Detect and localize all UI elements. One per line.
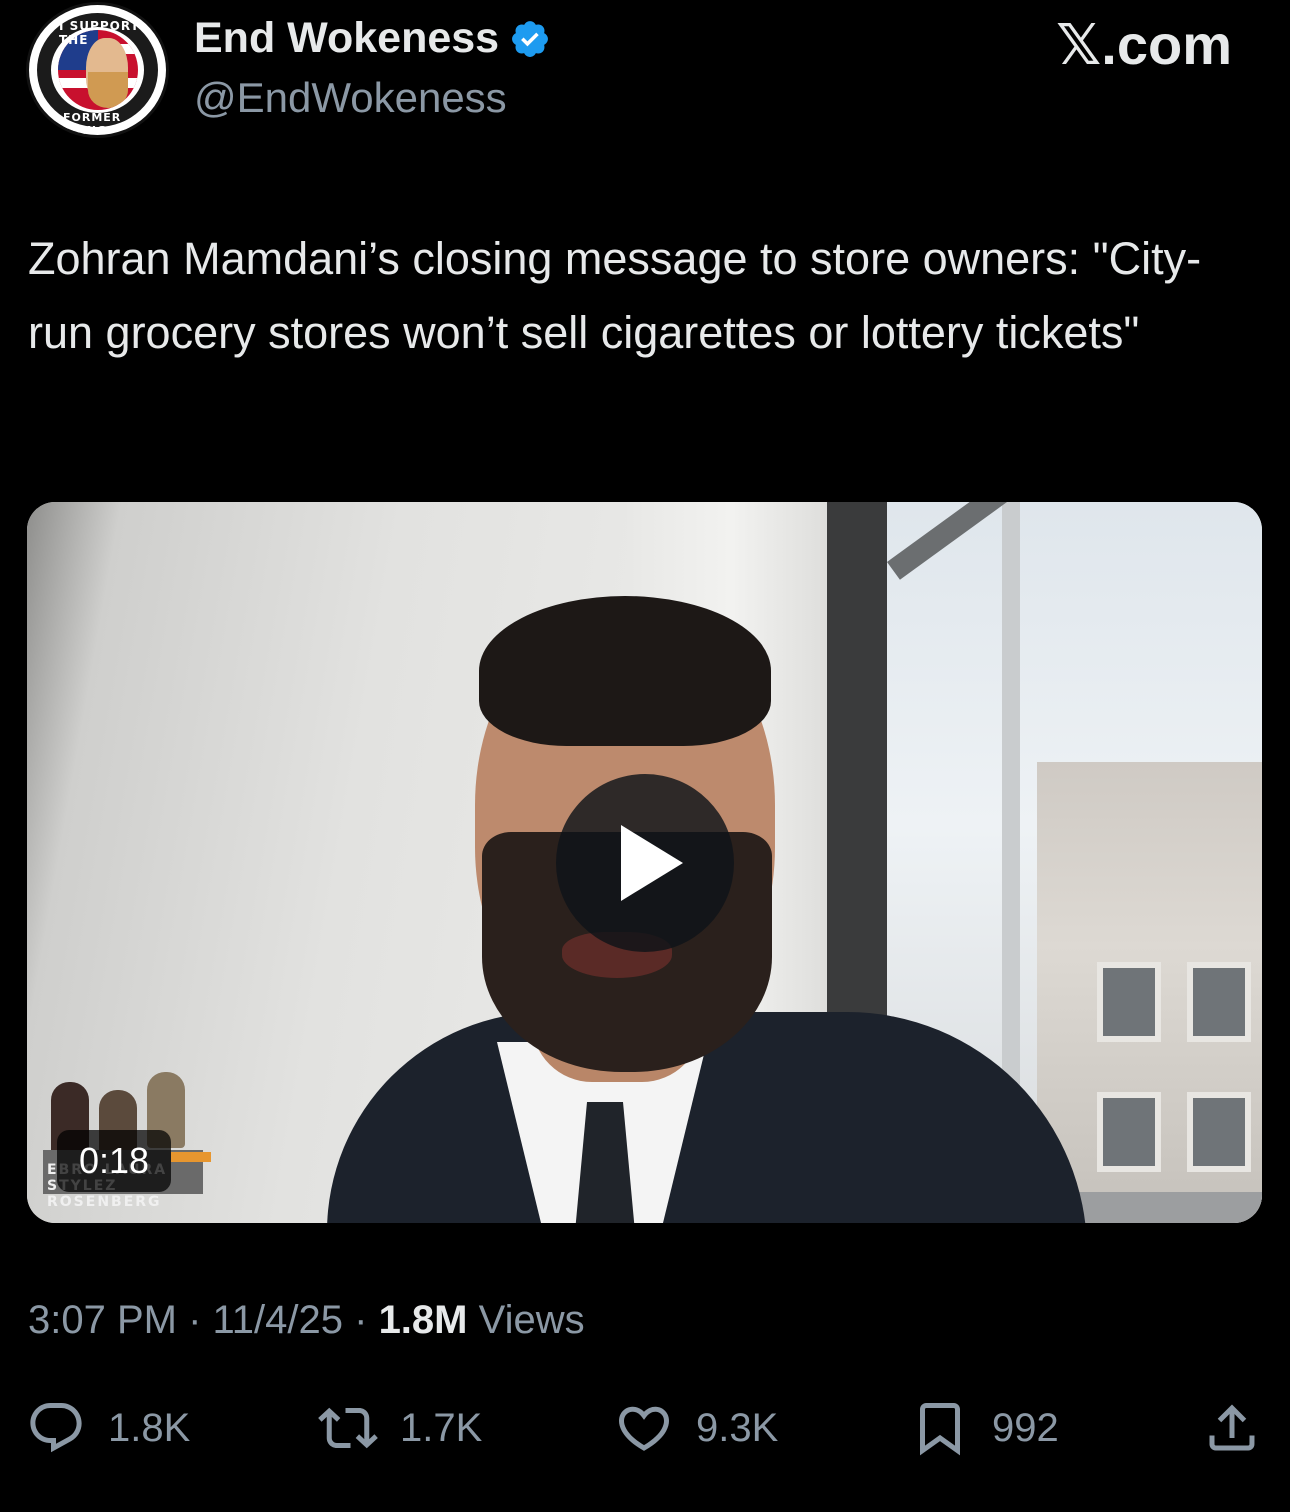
author-avatar[interactable]: I SUPPORT THE FORMER THING [26, 2, 169, 138]
author-handle[interactable]: @EndWokeness [194, 74, 507, 122]
tweet-time[interactable]: 3:07 PM [28, 1298, 177, 1342]
x-brand-logo: 𝕏.com [1056, 13, 1232, 76]
share-icon [1209, 1404, 1255, 1451]
reply-count: 1.8K [108, 1405, 191, 1450]
tweet-date[interactable]: 11/4/25 [213, 1298, 344, 1342]
reply-icon [30, 1403, 82, 1453]
avatar-text-top: I SUPPORT THE [59, 19, 140, 47]
views-count: 1.8M [378, 1298, 468, 1342]
avatar-text-bottom: FORMER THING [63, 111, 122, 137]
tweet-meta: 3:07 PM · 11/4/25 · 1.8M Views [28, 1298, 585, 1343]
like-button[interactable]: 9.3K [614, 1398, 778, 1458]
video-duration-badge: 0:18 [57, 1130, 171, 1192]
heart-icon [618, 1406, 670, 1451]
author-display-name[interactable]: End Wokeness [194, 14, 551, 63]
meta-separator: · [176, 1298, 213, 1342]
author-name-text[interactable]: End Wokeness [194, 14, 499, 63]
like-count: 9.3K [696, 1405, 779, 1450]
share-button[interactable] [1202, 1398, 1262, 1458]
verified-badge-icon [512, 20, 549, 57]
bookmark-icon [920, 1403, 960, 1456]
meta-separator: · [343, 1298, 379, 1342]
repost-icon [318, 1407, 378, 1449]
video-player[interactable]: EBRO LAURA STYLEZ ROSENBERG 0:18 [27, 502, 1262, 1223]
tweet-text: Zohran Mamdani’s closing message to stor… [28, 233, 1202, 358]
bookmark-count: 992 [992, 1405, 1059, 1450]
repost-button[interactable]: 1.7K [318, 1398, 482, 1458]
tweet-actions-bar: 1.8K 1.7K 9.3K 992 [0, 1398, 1290, 1458]
views-label: Views [467, 1298, 585, 1342]
repost-count: 1.7K [400, 1405, 483, 1450]
play-icon [621, 825, 683, 901]
bookmark-button[interactable]: 992 [910, 1398, 1059, 1458]
play-button[interactable] [556, 774, 734, 952]
tweet-page: I SUPPORT THE FORMER THING End Wokeness … [0, 0, 1290, 1512]
reply-button[interactable]: 1.8K [26, 1398, 190, 1458]
